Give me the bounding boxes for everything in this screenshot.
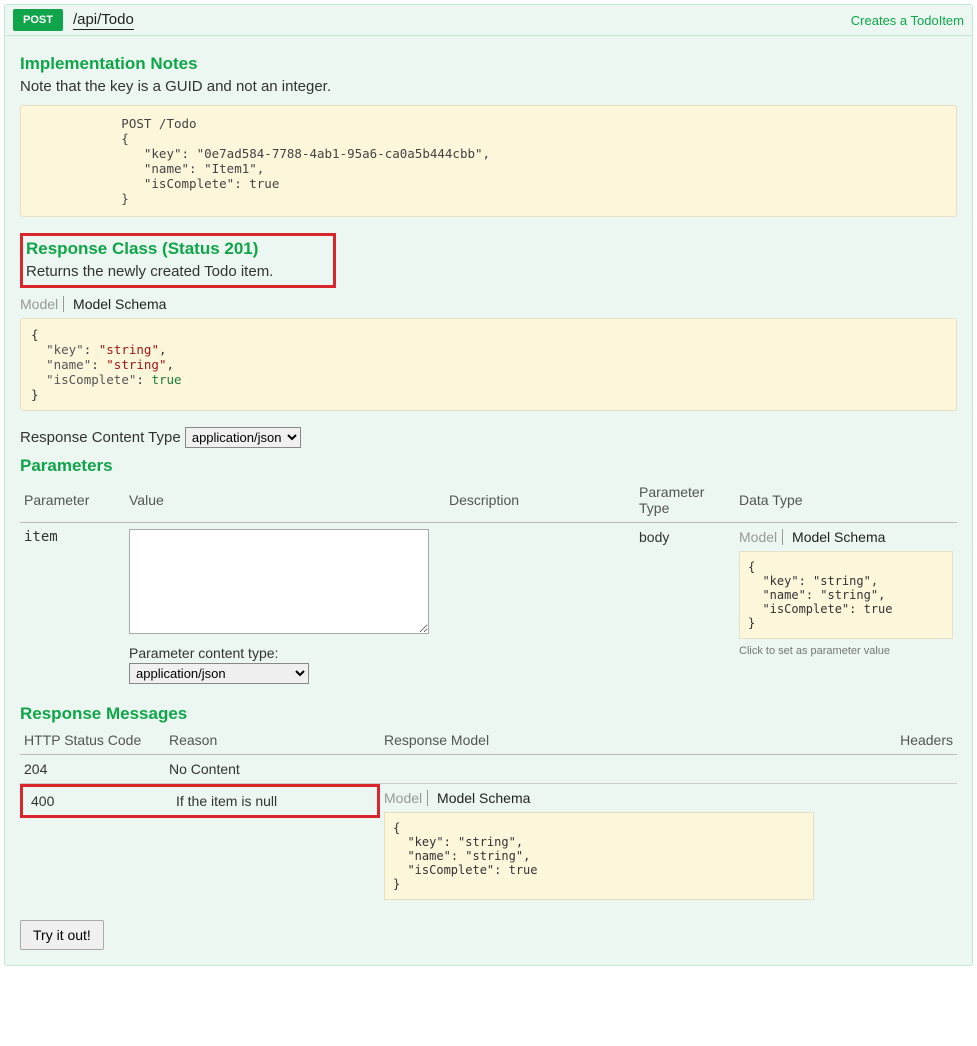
col-http-status: HTTP Status Code bbox=[20, 728, 165, 755]
tab-model[interactable]: Model bbox=[739, 529, 783, 545]
response-class-schema[interactable]: { "key": "string", "name": "string", "is… bbox=[20, 318, 957, 411]
response-class-text: Returns the newly created Todo item. bbox=[26, 263, 273, 280]
col-value: Value bbox=[125, 480, 445, 523]
response-class-heading: Response Class (Status 201) bbox=[26, 239, 273, 259]
response-status-code: 400 bbox=[27, 789, 172, 813]
parameter-content-type-select[interactable]: application/json bbox=[129, 663, 309, 684]
response-content-type-label: Response Content Type bbox=[20, 429, 181, 446]
parameters-table: Parameter Value Description Parameter Ty… bbox=[20, 480, 957, 690]
tab-model[interactable]: Model bbox=[20, 296, 64, 312]
response-status-code: 204 bbox=[20, 755, 165, 784]
response-reason: No Content bbox=[165, 755, 380, 784]
parameter-description bbox=[445, 523, 635, 691]
response-400-highlight: 400 If the item is null bbox=[20, 784, 380, 818]
parameter-value-input[interactable] bbox=[129, 529, 429, 634]
implementation-notes-text: Note that the key is a GUID and not an i… bbox=[20, 78, 957, 95]
try-it-out-button[interactable]: Try it out! bbox=[20, 920, 104, 950]
tab-model-schema[interactable]: Model Schema bbox=[437, 790, 535, 806]
operation-header[interactable]: POST /api/Todo Creates a TodoItem bbox=[5, 5, 972, 36]
col-headers: Headers bbox=[877, 728, 957, 755]
col-parameter-type: Parameter Type bbox=[635, 480, 735, 523]
response-content-type-select[interactable]: application/json bbox=[185, 427, 301, 448]
parameter-content-type-label: Parameter content type: bbox=[129, 645, 441, 661]
response-class-highlight: Response Class (Status 201) Returns the … bbox=[20, 233, 336, 288]
example-request-code: POST /Todo { "key": "0e7ad584-7788-4ab1-… bbox=[20, 105, 957, 217]
endpoint-path[interactable]: /api/Todo bbox=[73, 11, 134, 30]
operation-summary[interactable]: Creates a TodoItem bbox=[851, 13, 964, 28]
col-reason: Reason bbox=[165, 728, 380, 755]
parameter-schema[interactable]: { "key": "string", "name": "string", "is… bbox=[739, 551, 953, 639]
response-messages-heading: Response Messages bbox=[20, 704, 957, 724]
tab-model-schema[interactable]: Model Schema bbox=[73, 296, 171, 312]
operation-block: POST /api/Todo Creates a TodoItem Implem… bbox=[4, 4, 973, 966]
parameter-row: item Parameter content type: application… bbox=[20, 523, 957, 691]
tab-model[interactable]: Model bbox=[384, 790, 428, 806]
response-model-schema[interactable]: { "key": "string", "name": "string", "is… bbox=[384, 812, 814, 900]
col-data-type: Data Type bbox=[735, 480, 957, 523]
parameter-type: body bbox=[635, 523, 735, 691]
implementation-notes-heading: Implementation Notes bbox=[20, 54, 957, 74]
response-messages-table: HTTP Status Code Reason Response Model H… bbox=[20, 728, 957, 906]
response-row: 204 No Content bbox=[20, 755, 957, 784]
tab-model-schema[interactable]: Model Schema bbox=[792, 529, 890, 545]
response-reason: If the item is null bbox=[172, 789, 373, 813]
parameters-heading: Parameters bbox=[20, 456, 957, 476]
response-row: 400 If the item is null Model Model Sche… bbox=[20, 784, 957, 907]
http-method-badge: POST bbox=[13, 9, 63, 31]
col-response-model: Response Model bbox=[380, 728, 877, 755]
parameter-name: item bbox=[20, 523, 125, 691]
parameter-schema-hint[interactable]: Click to set as parameter value bbox=[739, 645, 953, 657]
response-class-tabs: Model Model Schema bbox=[20, 296, 957, 312]
col-parameter: Parameter bbox=[20, 480, 125, 523]
col-description: Description bbox=[445, 480, 635, 523]
